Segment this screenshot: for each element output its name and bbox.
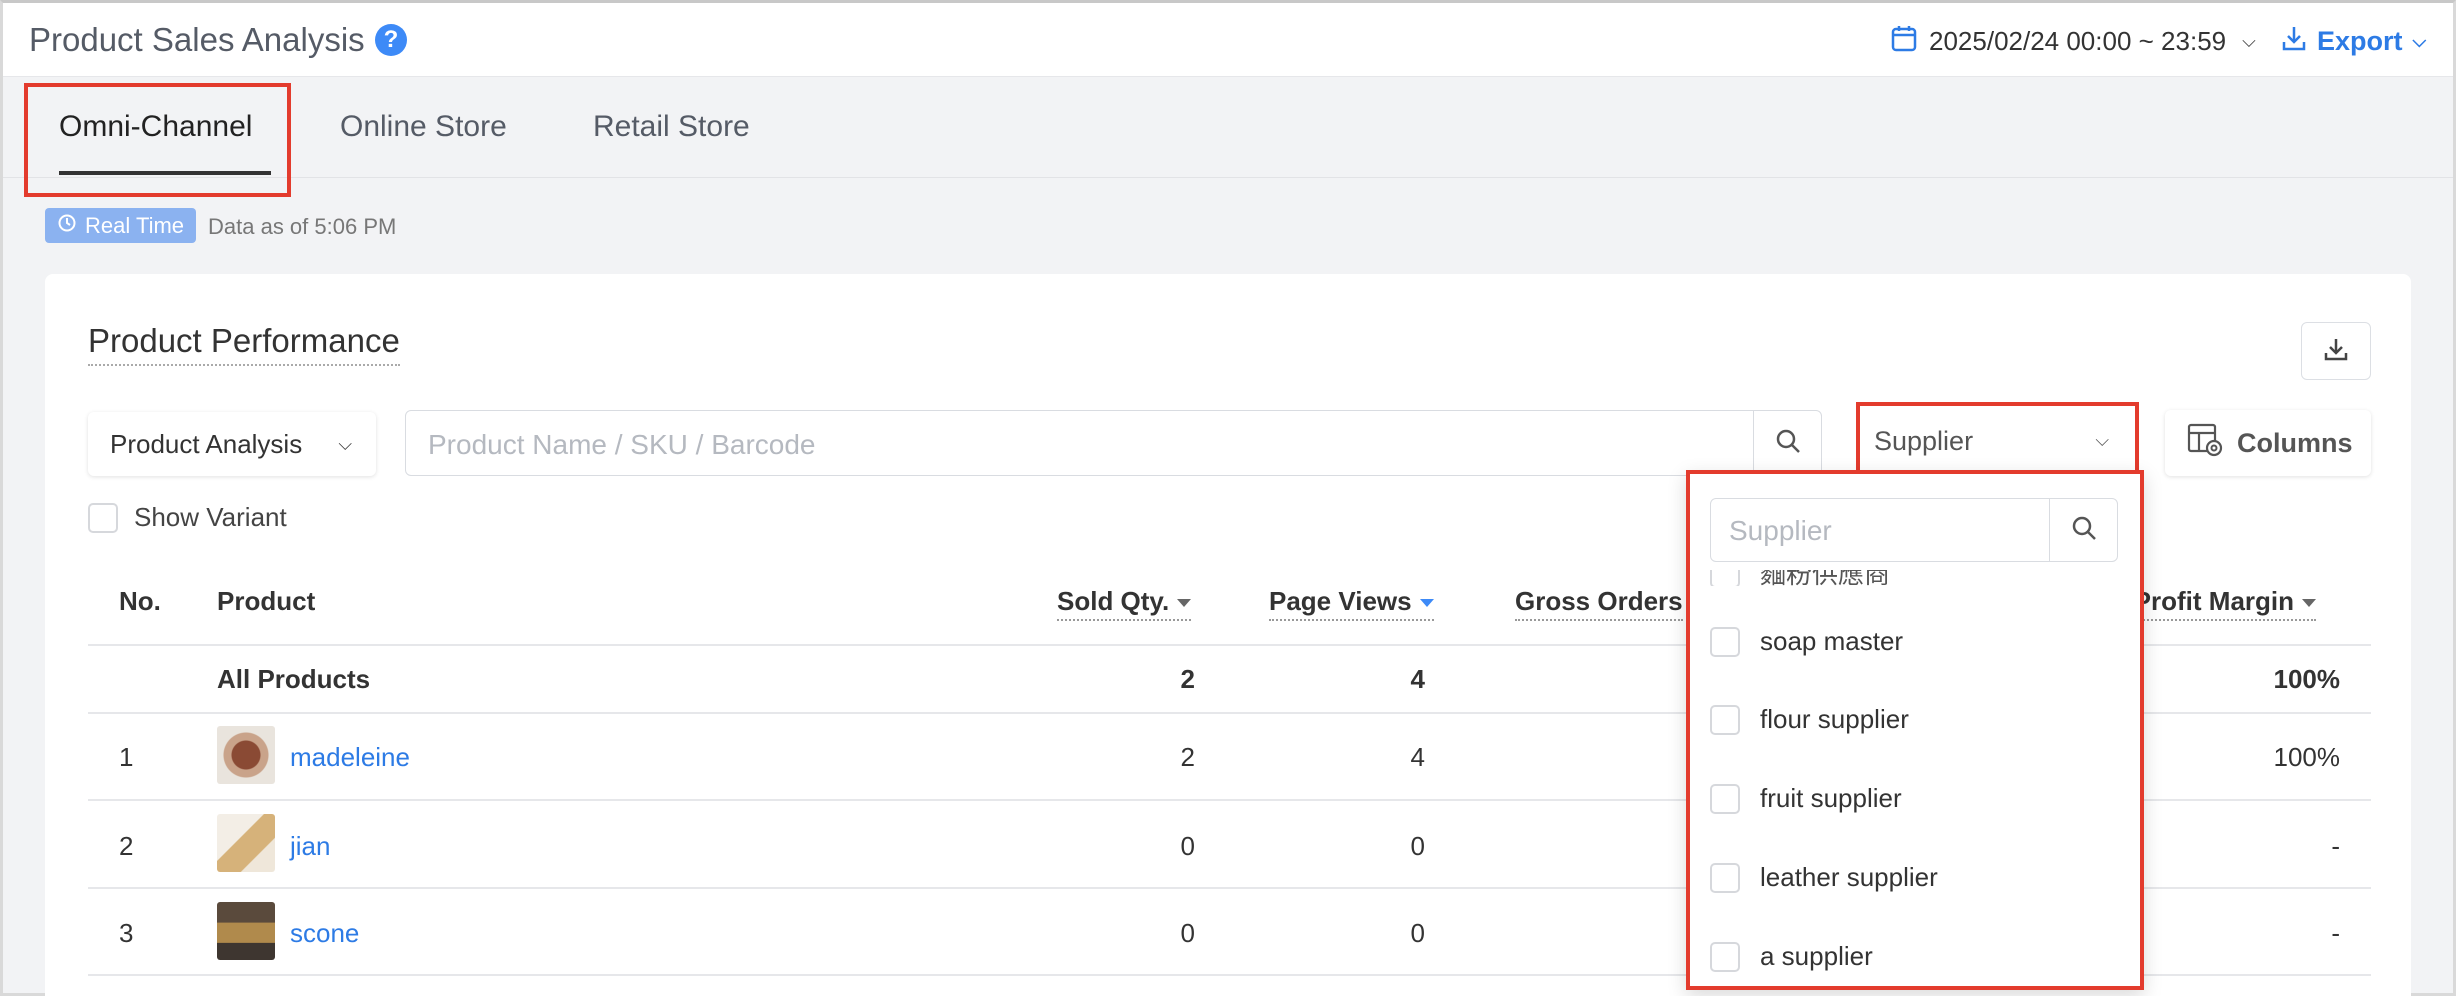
- supplier-option-partial[interactable]: 麵粉供應商: [1710, 570, 2110, 586]
- row-profit-margin: -: [2331, 831, 2340, 861]
- search-icon: [1774, 427, 1802, 460]
- supplier-search-button[interactable]: [2049, 499, 2117, 561]
- show-variant-label: Show Variant: [134, 502, 287, 532]
- supplier-checkbox[interactable]: [1710, 941, 1740, 972]
- supplier-select-value: Supplier: [1874, 426, 1974, 456]
- supplier-option-label: flour supplier: [1760, 704, 1909, 734]
- row-profit-margin: 100%: [2273, 742, 2341, 772]
- row-sold-qty: 0: [1180, 918, 1195, 948]
- supplier-option-label: leather supplier: [1760, 862, 1938, 892]
- supplier-select[interactable]: Supplier ⌵: [1856, 402, 2139, 480]
- date-range-text: 2025/02/24 00:00 ~ 23:59: [1929, 25, 2227, 56]
- supplier-checkbox[interactable]: [1710, 783, 1740, 814]
- sort-caret-icon: [1177, 599, 1192, 608]
- search-input[interactable]: Product Name / SKU / Barcode: [428, 429, 816, 461]
- supplier-checkbox[interactable]: [1710, 570, 1740, 586]
- product-search: Product Name / SKU / Barcode: [405, 410, 1822, 476]
- header-no: No.: [119, 586, 161, 616]
- row-no: 2: [119, 831, 134, 861]
- product-link[interactable]: madeleine: [290, 742, 410, 773]
- analysis-type-select[interactable]: Product Analysis ⌵: [88, 412, 376, 476]
- supplier-option[interactable]: fruit supplier: [1710, 783, 1902, 814]
- help-icon[interactable]: ?: [375, 24, 407, 56]
- supplier-option-label: a supplier: [1760, 941, 1873, 971]
- realtime-label: Real Time: [85, 212, 185, 238]
- chevron-down-icon: ⌵: [2412, 30, 2427, 51]
- supplier-option-label: fruit supplier: [1760, 783, 1902, 813]
- search-button[interactable]: [1753, 411, 1821, 475]
- supplier-option[interactable]: soap master: [1710, 626, 1903, 657]
- top-bar: Product Sales Analysis ? 2025/02/24 00:0…: [3, 3, 2453, 77]
- download-icon: [2322, 335, 2350, 368]
- supplier-option[interactable]: leather supplier: [1710, 862, 1938, 893]
- row-page-views: 0: [1410, 918, 1425, 948]
- sort-caret-icon: [1419, 599, 1434, 608]
- tab-retail-store[interactable]: Retail Store: [593, 110, 750, 144]
- supplier-checkbox[interactable]: [1710, 626, 1740, 657]
- product-thumbnail: [217, 902, 275, 960]
- download-button[interactable]: [2301, 322, 2371, 380]
- download-icon: [2281, 24, 2307, 59]
- row-no: 1: [119, 742, 134, 772]
- row-page-views: 0: [1410, 831, 1425, 861]
- chevron-down-icon: ⌵: [2095, 430, 2109, 450]
- chevron-down-icon: ⌵: [338, 433, 352, 454]
- chevron-down-icon: ⌵: [2242, 30, 2256, 51]
- supplier-search: Supplier: [1710, 498, 2118, 562]
- row-profit-margin: -: [2331, 918, 2340, 948]
- row-sold-qty: 2: [1180, 742, 1195, 772]
- product-link[interactable]: jian: [290, 831, 330, 862]
- show-variant-toggle[interactable]: Show Variant: [88, 502, 287, 533]
- supplier-option[interactable]: flour supplier: [1710, 704, 1909, 735]
- export-label: Export: [2317, 25, 2403, 56]
- supplier-dropdown: Supplier 麵粉供應商 soap master flour supplie…: [1686, 470, 2144, 990]
- card-title: Product Performance: [88, 322, 400, 366]
- sort-caret-icon: [2302, 599, 2317, 608]
- summary-label: All Products: [217, 664, 371, 694]
- tab-highlight-box: [24, 83, 291, 197]
- search-icon: [2070, 514, 2098, 547]
- row-page-views: 4: [1410, 742, 1425, 772]
- page-title: Product Sales Analysis: [29, 21, 365, 58]
- product-thumbnail: [217, 814, 275, 872]
- realtime-badge: Real Time: [45, 208, 197, 243]
- supplier-option[interactable]: a supplier: [1710, 941, 1873, 972]
- history-icon: [57, 213, 77, 239]
- columns-button[interactable]: Columns: [2165, 410, 2371, 476]
- summary-profit-margin: 100%: [2273, 664, 2341, 694]
- channel-tabs: Omni-Channel Online Store Retail Store: [3, 78, 2453, 178]
- export-button[interactable]: Export ⌵: [2281, 23, 2426, 59]
- header-gross-orders[interactable]: Gross Orders: [1515, 586, 1683, 621]
- supplier-search-input[interactable]: Supplier: [1729, 515, 1832, 547]
- product-thumbnail: [217, 726, 275, 784]
- header-page-views[interactable]: Page Views: [1269, 586, 1434, 621]
- calendar-icon: [1891, 24, 1917, 59]
- supplier-option-label: 麵粉供應商: [1760, 570, 1891, 586]
- supplier-checkbox[interactable]: [1710, 704, 1740, 735]
- show-variant-checkbox[interactable]: [88, 502, 118, 533]
- data-as-of: Data as of 5:06 PM: [208, 214, 397, 239]
- columns-settings-icon: [2187, 423, 2223, 464]
- row-sold-qty: 0: [1180, 831, 1195, 861]
- supplier-checkbox[interactable]: [1710, 862, 1740, 893]
- header-product: Product: [217, 586, 316, 616]
- tab-online-store[interactable]: Online Store: [340, 110, 507, 144]
- analysis-type-value: Product Analysis: [110, 428, 303, 459]
- row-no: 3: [119, 918, 134, 948]
- product-link[interactable]: scone: [290, 918, 359, 949]
- supplier-option-label: soap master: [1760, 626, 1904, 656]
- summary-page-views: 4: [1410, 664, 1425, 694]
- header-sold-qty-label: Sold Qty.: [1057, 586, 1170, 616]
- header-sold-qty[interactable]: Sold Qty.: [1057, 586, 1192, 621]
- summary-sold-qty: 2: [1180, 664, 1195, 694]
- date-range-picker[interactable]: 2025/02/24 00:00 ~ 23:59 ⌵: [1891, 23, 2256, 59]
- header-page-views-label: Page Views: [1269, 586, 1412, 616]
- columns-label: Columns: [2237, 427, 2353, 458]
